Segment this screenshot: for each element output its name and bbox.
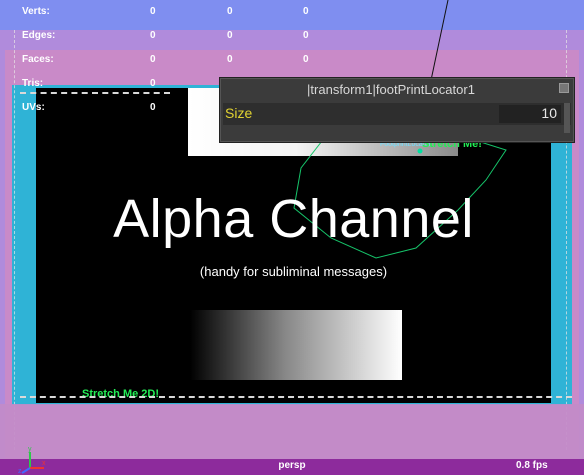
stat-value: 0 bbox=[150, 102, 156, 113]
stat-label: Tris: bbox=[22, 78, 44, 89]
fps-counter: 0.8 fps bbox=[516, 460, 548, 471]
stat-value: 0 bbox=[227, 6, 233, 17]
stat-row-edges: Edges: 0 0 0 bbox=[0, 30, 584, 50]
stat-label: UVs: bbox=[22, 102, 45, 113]
camera-name: persp bbox=[278, 460, 306, 471]
popup-scrollbar[interactable] bbox=[564, 103, 570, 133]
stat-value: 0 bbox=[150, 54, 156, 65]
stat-row-faces: Faces: 0 0 0 bbox=[0, 54, 584, 74]
stat-value: 0 bbox=[227, 30, 233, 41]
stat-label: Edges: bbox=[22, 30, 56, 41]
size-value-field[interactable]: 10 bbox=[499, 105, 561, 123]
stat-value: 0 bbox=[303, 54, 309, 65]
size-attribute-row[interactable]: Size 10 bbox=[223, 103, 571, 125]
stat-value: 0 bbox=[303, 6, 309, 17]
viewport-bottom-overlay bbox=[0, 404, 584, 459]
stat-label: Faces: bbox=[22, 54, 54, 65]
attribute-popup[interactable]: |transform1|footPrintLocator1 Size 10 bbox=[220, 78, 574, 142]
stat-value: 0 bbox=[150, 78, 156, 89]
stat-value: 0 bbox=[150, 6, 156, 17]
stat-value: 0 bbox=[303, 30, 309, 41]
stat-value: 0 bbox=[150, 30, 156, 41]
popup-title[interactable]: |transform1|footPrintLocator1 bbox=[221, 82, 561, 97]
stat-row-verts: Verts: 0 0 0 bbox=[0, 6, 584, 26]
stat-label: Verts: bbox=[22, 6, 50, 17]
axis-y-label: y bbox=[28, 446, 32, 453]
size-label: Size bbox=[225, 105, 253, 121]
close-icon[interactable] bbox=[559, 83, 569, 93]
stat-value: 0 bbox=[227, 54, 233, 65]
